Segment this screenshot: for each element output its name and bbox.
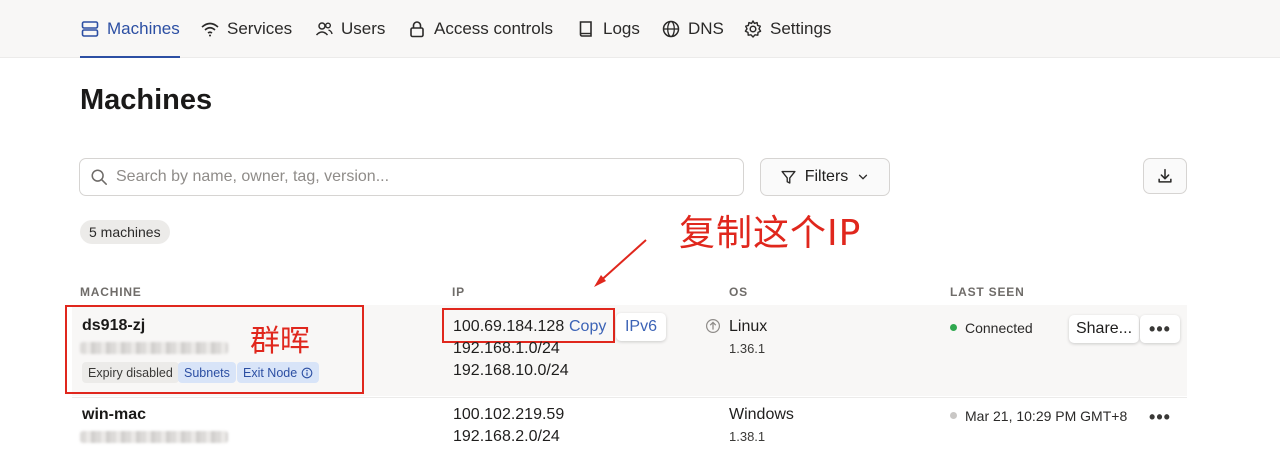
subnet-address: 192.168.1.0/24 bbox=[453, 340, 560, 357]
nav-machines-label: Machines bbox=[107, 19, 180, 38]
download-button[interactable] bbox=[1143, 158, 1187, 194]
users-icon bbox=[315, 22, 333, 36]
share-button[interactable]: Share... bbox=[1069, 315, 1139, 343]
nav-logs[interactable]: Logs bbox=[576, 0, 640, 58]
download-icon bbox=[1158, 168, 1172, 183]
lock-icon bbox=[410, 21, 424, 38]
filters-button[interactable]: Filters bbox=[760, 158, 890, 196]
wifi-icon bbox=[201, 22, 219, 37]
nav-users-label: Users bbox=[341, 19, 386, 38]
nav-services-label: Services bbox=[227, 19, 293, 38]
nav-access-controls[interactable]: Access controls bbox=[407, 0, 553, 58]
filter-icon bbox=[781, 170, 796, 184]
globe-icon bbox=[662, 20, 680, 38]
machine-count-badge: 5 machines bbox=[80, 220, 170, 244]
last-seen-status: Connected bbox=[965, 320, 1033, 336]
book-icon bbox=[579, 21, 592, 37]
update-available-icon[interactable] bbox=[705, 318, 721, 334]
os-version: 1.38.1 bbox=[729, 429, 766, 444]
os-name: Windows bbox=[729, 406, 794, 423]
ip-address: 100.102.219.59 bbox=[453, 406, 565, 423]
annotation-box-ip bbox=[442, 308, 615, 343]
filters-label: Filters bbox=[804, 168, 849, 185]
more-options-button[interactable]: ••• bbox=[1140, 403, 1180, 431]
top-nav: Machines Services Users Access controls … bbox=[0, 0, 1280, 58]
nav-settings-label: Settings bbox=[770, 19, 832, 38]
status-dot-connected bbox=[950, 324, 957, 331]
annotation-box-machine bbox=[65, 305, 364, 394]
search-box[interactable] bbox=[79, 158, 744, 196]
nav-logs-label: Logs bbox=[603, 19, 640, 38]
chevron-down-icon bbox=[859, 174, 868, 180]
subnet-address: 192.168.10.0/24 bbox=[453, 362, 569, 379]
server-icon bbox=[81, 21, 99, 37]
table-row[interactable] bbox=[72, 397, 1187, 453]
nav-users[interactable]: Users bbox=[314, 0, 385, 58]
column-header-os: OS bbox=[729, 285, 748, 299]
nav-dns-label: DNS bbox=[688, 19, 724, 38]
status-dot-offline bbox=[950, 412, 957, 419]
nav-access-controls-label: Access controls bbox=[434, 19, 554, 38]
column-header-last-seen: LAST SEEN bbox=[950, 285, 1025, 299]
nav-services[interactable]: Services bbox=[200, 0, 292, 58]
search-icon bbox=[91, 169, 107, 185]
page-title: Machines bbox=[80, 84, 213, 116]
more-options-button[interactable]: ••• bbox=[1140, 315, 1180, 343]
os-version: 1.36.1 bbox=[729, 341, 766, 356]
os-name: Linux bbox=[729, 318, 768, 335]
nav-dns[interactable]: DNS bbox=[661, 0, 724, 58]
gear-icon bbox=[744, 20, 762, 38]
annotation-copy-ip: 复制这个IP bbox=[679, 213, 862, 254]
column-header-ip: IP bbox=[452, 285, 465, 299]
last-seen-status: Mar 21, 10:29 PM GMT+8 bbox=[965, 408, 1128, 424]
subnet-address: 192.168.2.0/24 bbox=[453, 428, 560, 445]
ipv6-button[interactable]: IPv6 bbox=[616, 313, 666, 341]
machine-name[interactable]: win-mac bbox=[82, 406, 146, 424]
search-input[interactable] bbox=[116, 168, 716, 186]
column-header-machine: MACHINE bbox=[80, 285, 142, 299]
machine-owner-redacted bbox=[80, 431, 228, 443]
nav-settings[interactable]: Settings bbox=[743, 0, 831, 58]
nav-machines[interactable]: Machines bbox=[80, 0, 180, 58]
